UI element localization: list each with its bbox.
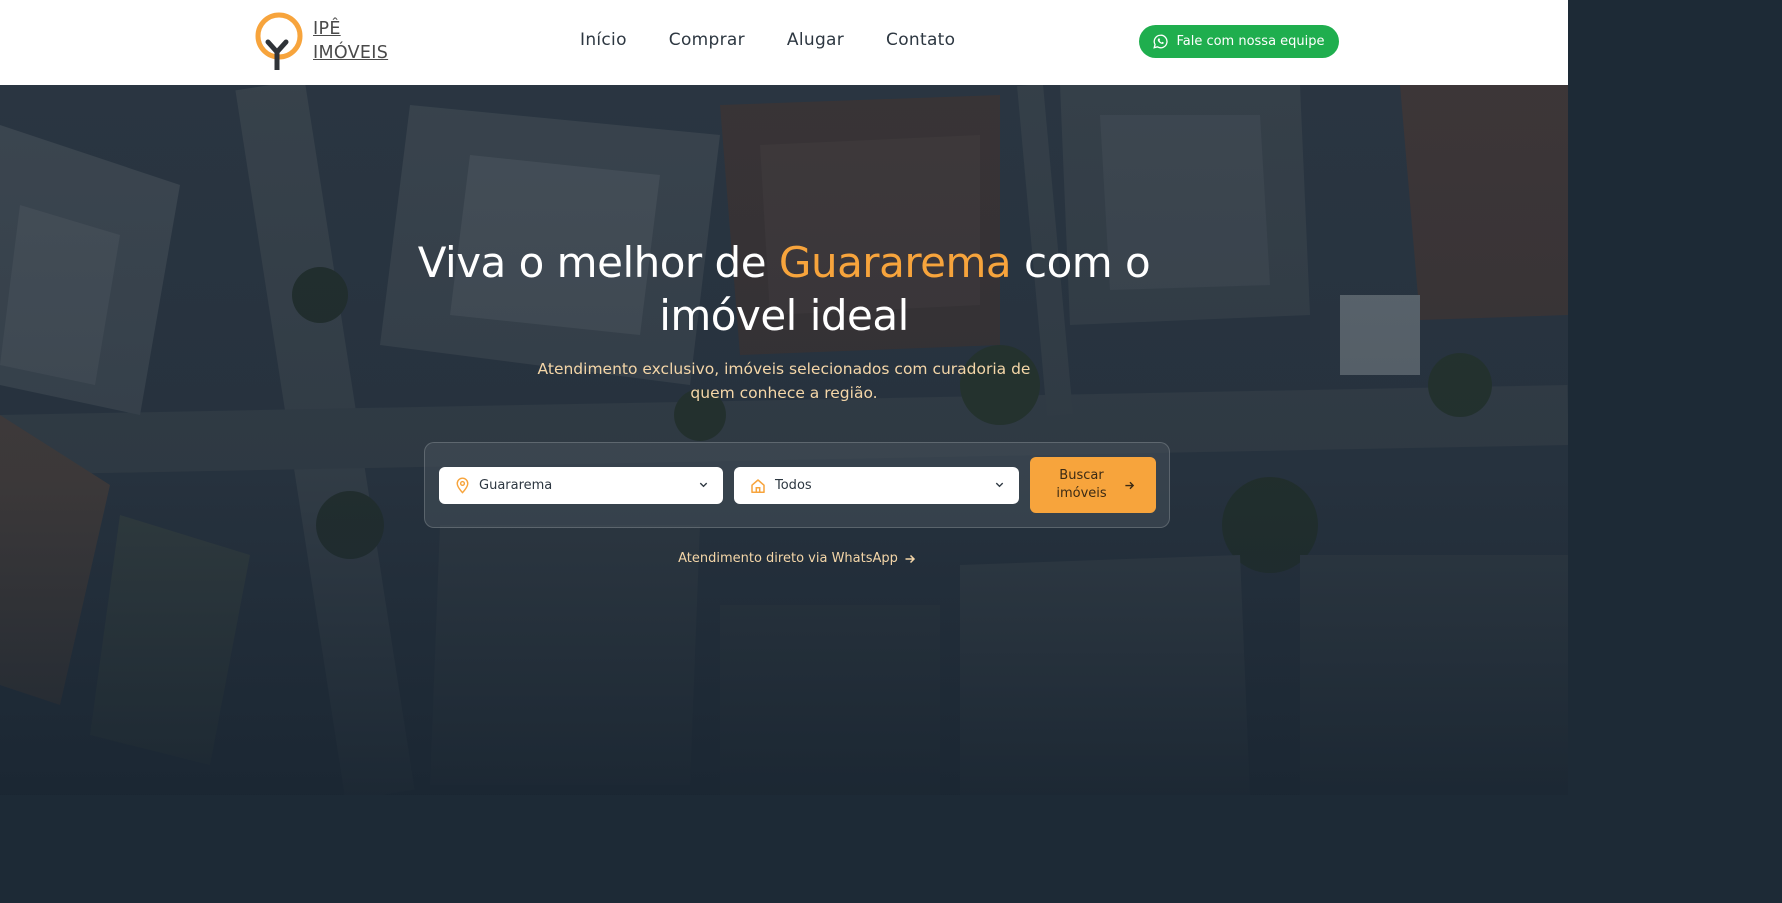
nav-inicio[interactable]: Início [580,30,627,50]
arrow-right-icon [1124,481,1134,489]
contact-team-label: Fale com nossa equipe [1176,34,1325,49]
hero-section: Viva o melhor de Guararema com o imóvel … [0,85,1568,795]
brand-logo[interactable]: IPÊ IMÓVEIS [255,12,388,73]
hero-title-post: com o [1011,238,1151,287]
hero-title: Viva o melhor de Guararema com o imóvel … [0,236,1568,342]
tree-logo-icon [255,12,305,73]
property-type-value: Todos [775,478,812,493]
hero-title-line2: imóvel ideal [659,291,909,340]
city-select[interactable]: Guararema [439,467,723,504]
nav-alugar[interactable]: Alugar [787,30,844,50]
property-search-panel: Guararema Todos Buscar imóveis [424,442,1170,528]
whatsapp-direct-link[interactable]: Atendimento direto via WhatsApp [0,551,1568,566]
hero-subtitle: Atendimento exclusivo, imóveis seleciona… [537,360,1031,402]
whatsapp-icon [1153,34,1169,49]
nav-contato[interactable]: Contato [886,30,955,50]
nav-comprar[interactable]: Comprar [669,30,745,50]
hero-title-city: Guararema [778,238,1012,287]
city-select-value: Guararema [479,478,553,493]
main-nav: Início Comprar Alugar Contato [580,30,997,50]
hero-overlay [0,85,1568,795]
arrow-right-icon [905,554,915,563]
property-type-select[interactable]: Todos [734,467,1019,504]
home-icon [751,478,765,493]
chevron-down-icon [699,482,708,488]
whatsapp-link-label: Atendimento direto via WhatsApp [678,551,898,566]
search-button-label: Buscar imóveis [1056,468,1107,501]
site-header: IPÊ IMÓVEIS Início Comprar Alugar Contat… [0,0,1568,85]
brand-name-line2: IMÓVEIS [313,43,389,63]
brand-name-line1: IPÊ [313,19,341,39]
map-pin-icon [456,477,469,494]
search-properties-button[interactable]: Buscar imóveis [1030,457,1156,513]
chevron-down-icon [995,482,1004,488]
hero-title-pre: Viva o melhor de [417,238,779,287]
contact-team-button[interactable]: Fale com nossa equipe [1139,25,1339,58]
brand-name: IPÊ IMÓVEIS [313,17,388,65]
